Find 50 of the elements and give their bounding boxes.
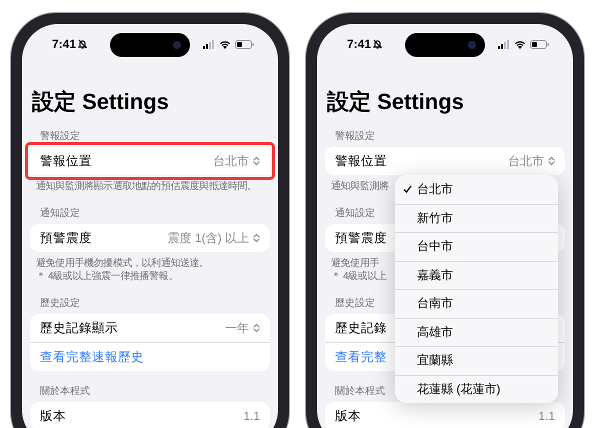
footer-note: 避免使用手機勿擾模式，以利通知送達。 — [36, 257, 209, 270]
section-header: 關於本程式 — [40, 385, 90, 398]
wifi-icon — [514, 40, 526, 48]
menu-item[interactable]: 新竹市 — [395, 204, 558, 232]
row-label: 版本 — [335, 408, 361, 424]
signal-icon — [203, 40, 215, 48]
page-title: 設定 Settings — [327, 88, 465, 116]
section-header: 警報設定 — [335, 130, 375, 143]
menu-item[interactable]: 高雄市 — [395, 318, 558, 346]
row-label: 警報位置 — [40, 152, 92, 170]
signal-icon — [498, 40, 510, 48]
footer-note: ＊ 4級或以上 — [331, 270, 387, 283]
footer-note: 通知與監測將 — [331, 180, 389, 193]
battery-icon — [530, 40, 549, 48]
menu-item[interactable]: 花蓮縣 (花蓮市) — [395, 374, 558, 403]
footer-note: 通知與監測將顯示選取地點的預估震度與抵達時間。 — [36, 180, 257, 193]
history-link[interactable]: 查看完整速報歷史 — [40, 348, 144, 366]
muted-bell-icon — [78, 39, 88, 49]
row-label: 歷史記錄顯示 — [40, 320, 118, 336]
row-label: 歷史記錄 — [335, 320, 387, 336]
footer-note: ＊ 4級或以上強震一律推播警報。 — [36, 270, 178, 283]
section-header: 歷史設定 — [40, 297, 80, 310]
menu-item[interactable]: 台南市 — [395, 289, 558, 318]
section-header: 警報設定 — [40, 130, 80, 143]
section-header: 通知設定 — [40, 207, 80, 220]
section-header: 關於本程式 — [335, 385, 385, 398]
up-down-chevron-icon — [253, 323, 260, 333]
section-header: 通知設定 — [335, 207, 375, 220]
footer-note: 避免使用手 — [331, 257, 380, 270]
menu-item[interactable]: 台北市 — [395, 175, 558, 204]
menu-item[interactable]: 宜蘭縣 — [395, 346, 558, 374]
section-header: 歷史設定 — [335, 297, 375, 310]
muted-bell-icon — [373, 39, 382, 49]
row-label: 版本 — [40, 408, 66, 424]
status-time: 7:41 — [52, 37, 76, 51]
up-down-chevron-icon — [253, 156, 260, 166]
row-value: 1.1 — [243, 409, 260, 423]
up-down-chevron-icon — [253, 233, 260, 243]
history-link[interactable]: 查看完整 — [335, 348, 387, 366]
page-title: 設定 Settings — [32, 88, 170, 116]
row-value: 1.1 — [538, 409, 555, 423]
row-label: 預警震度 — [335, 230, 387, 246]
wifi-icon — [219, 40, 231, 48]
status-time: 7:41 — [347, 37, 372, 51]
up-down-chevron-icon — [548, 156, 555, 166]
menu-item[interactable]: 嘉義市 — [395, 260, 558, 289]
row-label: 預警震度 — [40, 230, 92, 246]
row-label: 警報位置 — [335, 152, 387, 170]
menu-item[interactable]: 台中市 — [395, 232, 558, 260]
battery-icon — [235, 40, 254, 48]
